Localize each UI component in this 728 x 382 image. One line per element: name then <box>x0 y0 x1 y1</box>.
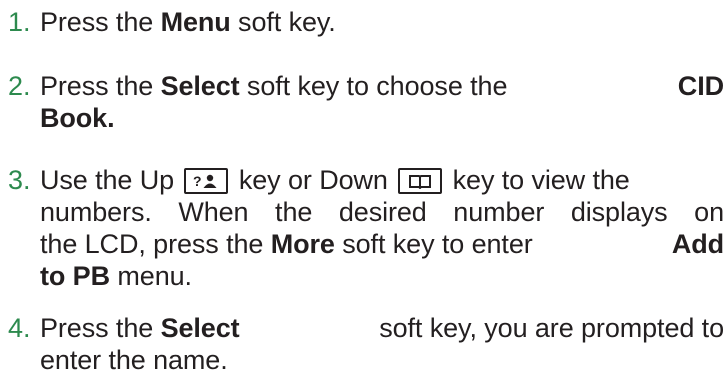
book-label: Book. <box>40 103 115 133</box>
cid-label: CID <box>677 71 724 101</box>
select-key-label: Select <box>160 313 240 343</box>
step-number: 2. <box>8 71 31 101</box>
step-text: Press the Menu soft key. <box>40 7 336 37</box>
svg-text:?: ? <box>193 173 201 189</box>
step-text: Press the Select soft key to choose the … <box>40 71 724 133</box>
to-pb-label: to PB <box>40 261 110 291</box>
add-label: Add <box>671 229 724 259</box>
step-number: 1. <box>8 7 31 37</box>
select-key-label: Select <box>160 71 240 101</box>
menu-key-label: Menu <box>160 7 231 37</box>
book-down-icon <box>398 168 443 194</box>
more-key-label: More <box>270 229 335 259</box>
step-number: 4. <box>8 313 31 343</box>
step-text: Use the Up ? key or Down key to view the… <box>40 165 724 291</box>
step-number: 3. <box>8 165 31 195</box>
phonebook-up-icon: ? <box>184 168 229 194</box>
step-text: Press the Select soft key, you are promp… <box>40 313 724 375</box>
